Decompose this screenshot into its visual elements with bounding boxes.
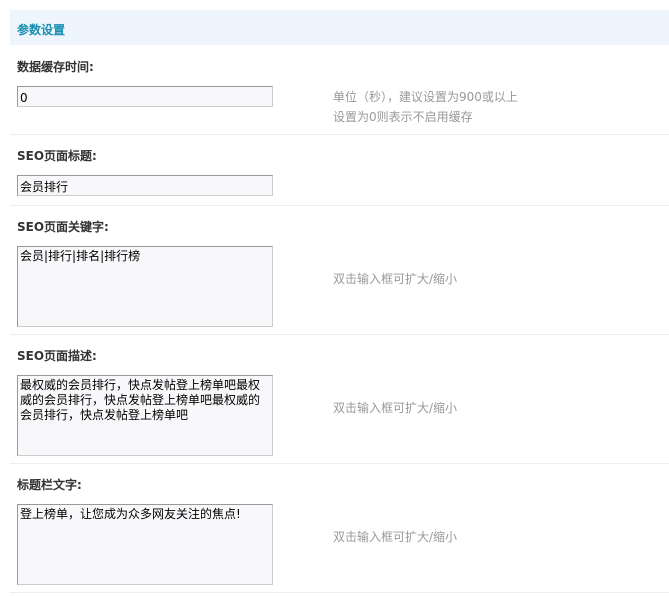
hint-line: 单位（秒），建议设置为900或以上 — [333, 90, 518, 104]
field-label: SEO页面关键字: — [17, 220, 109, 234]
field-label: 数据缓存时间: — [17, 60, 94, 74]
hint-line: 设置为0则表示不启用缓存 — [333, 110, 473, 124]
field-hint: 双击输入框可扩大/缩小 — [333, 530, 458, 544]
section-title: 参数设置 — [17, 23, 66, 37]
field-seo-title: SEO页面标题: — [10, 135, 669, 206]
seo-keywords-textarea[interactable]: 会员|排行|排名|排行榜 — [17, 246, 273, 327]
seo-title-input[interactable] — [17, 175, 273, 196]
section-header: 参数设置 — [10, 10, 669, 45]
field-label: SEO页面标题: — [17, 149, 97, 163]
seo-description-textarea[interactable]: 最权威的会员排行，快点发帖登上榜单吧最权威的会员排行，快点发帖登上榜单吧最权威的… — [17, 375, 273, 456]
field-label: SEO页面描述: — [17, 349, 97, 363]
field-seo-keywords: SEO页面关键字: 会员|排行|排名|排行榜 双击输入框可扩大/缩小 — [10, 206, 669, 335]
field-label: 标题栏文字: — [17, 478, 82, 492]
field-hint: 双击输入框可扩大/缩小 — [333, 272, 458, 286]
field-seo-description: SEO页面描述: 最权威的会员排行，快点发帖登上榜单吧最权威的会员排行，快点发帖… — [10, 335, 669, 464]
field-hint: 双击输入框可扩大/缩小 — [333, 401, 458, 415]
cache-time-input[interactable] — [17, 86, 273, 107]
field-cache-time: 数据缓存时间: 单位（秒），建议设置为900或以上设置为0则表示不启用缓存 — [10, 46, 669, 135]
field-hint: 单位（秒），建议设置为900或以上 设置为0则表示不启用缓存 — [333, 87, 518, 127]
title-bar-textarea[interactable]: 登上榜单，让您成为众多网友关注的焦点! — [17, 504, 273, 585]
field-title-bar-text: 标题栏文字: 登上榜单，让您成为众多网友关注的焦点! 双击输入框可扩大/缩小 — [10, 464, 669, 593]
